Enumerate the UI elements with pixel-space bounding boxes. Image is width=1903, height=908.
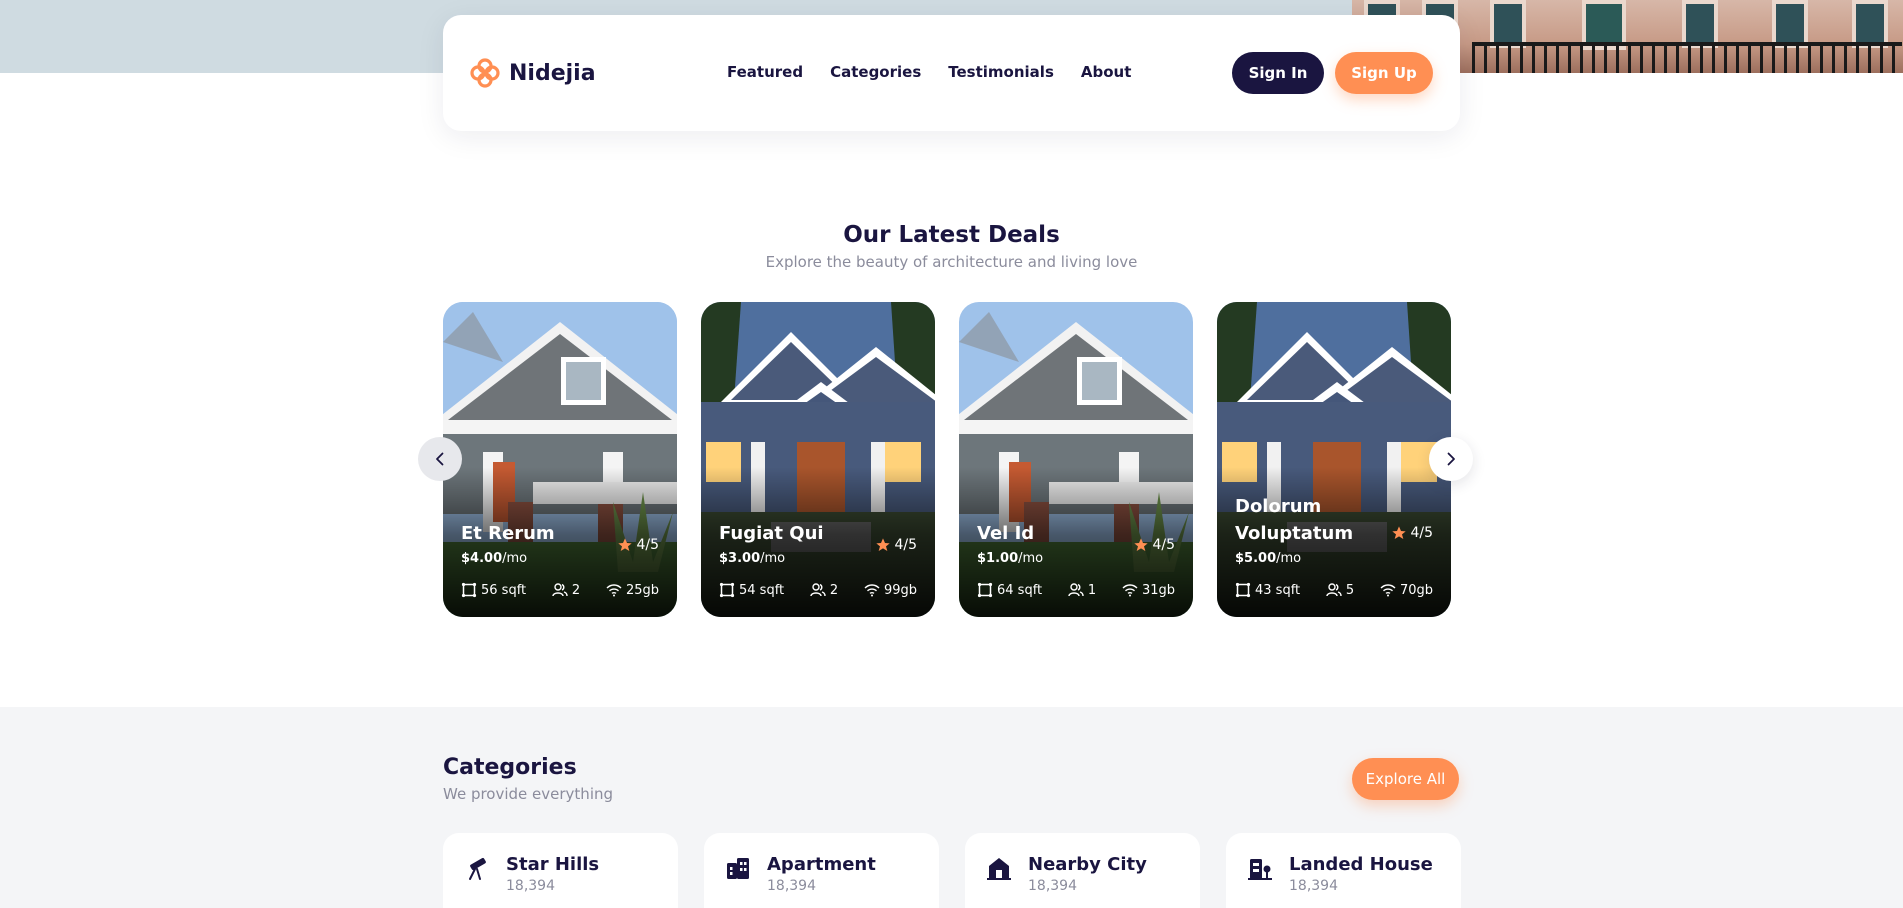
people-icon: [1326, 583, 1342, 597]
card-stats: 43 sqft 5 70gb: [1235, 582, 1433, 598]
nav-link-featured[interactable]: Featured: [727, 63, 803, 81]
card-price: $4.00/mo: [461, 551, 528, 566]
nav-links: Featured Categories Testimonials About: [727, 63, 1131, 81]
category-card-apartment[interactable]: Apartment 18,394: [704, 833, 939, 908]
card-name: Et Rerum: [461, 523, 555, 544]
people-icon: [810, 583, 826, 597]
card-stats: 56 sqft 2 25gb: [461, 582, 659, 598]
deal-card[interactable]: Vel Id $1.00/mo 4/5 64 sqft 1 31gb: [959, 302, 1193, 617]
categories-title: Categories: [443, 755, 577, 780]
carousel-prev-button[interactable]: [418, 437, 462, 481]
card-price: $1.00/mo: [977, 551, 1044, 566]
flower-logo-icon: [470, 58, 500, 88]
star-icon: [1392, 526, 1407, 539]
category-name: Nearby City: [1028, 854, 1147, 875]
category-count: 18,394: [506, 878, 555, 894]
card-stats: 54 sqft 2 99gb: [719, 582, 917, 598]
category-card-nearby-city[interactable]: Nearby City 18,394: [965, 833, 1200, 908]
nav-link-testimonials[interactable]: Testimonials: [948, 63, 1054, 81]
deal-card[interactable]: Fugiat Qui $3.00/mo 4/5 54 sqft 2 99gb: [701, 302, 935, 617]
area-icon: [461, 582, 477, 598]
star-icon: [618, 538, 633, 551]
deals-title: Our Latest Deals: [843, 222, 1060, 248]
navbar: Nidejia Featured Categories Testimonials…: [443, 15, 1460, 131]
card-name: Vel Id: [977, 523, 1035, 544]
sign-up-button[interactable]: Sign Up: [1335, 52, 1433, 94]
card-rating: 4/5: [1391, 525, 1433, 541]
carousel-next-button[interactable]: [1429, 437, 1473, 481]
explore-all-button[interactable]: Explore All: [1352, 758, 1459, 800]
people-icon: [552, 583, 568, 597]
card-name: Fugiat Qui: [719, 523, 824, 544]
category-name: Star Hills: [506, 854, 600, 875]
category-card-landed-house[interactable]: Landed House 18,394: [1226, 833, 1461, 908]
card-rating: 4/5: [1133, 537, 1175, 553]
chevron-left-icon: [436, 452, 444, 466]
area-icon: [1235, 582, 1251, 598]
nav-link-categories[interactable]: Categories: [830, 63, 921, 81]
nav-link-about[interactable]: About: [1081, 63, 1132, 81]
star-icon: [876, 538, 891, 551]
house-icon: [987, 858, 1011, 880]
card-price: $3.00/mo: [719, 551, 786, 566]
telescope-icon: [469, 857, 486, 880]
chevron-right-icon: [1447, 452, 1455, 466]
wifi-icon: [864, 584, 880, 597]
wifi-icon: [1380, 584, 1396, 597]
category-name: Landed House: [1289, 854, 1433, 875]
card-rating: 4/5: [617, 537, 659, 553]
deal-card[interactable]: Et Rerum $4.00/mo 4/5 56 sqft 2 25gb: [443, 302, 677, 617]
category-count: 18,394: [1028, 878, 1077, 894]
apartment-building-icon: [727, 858, 749, 879]
wifi-icon: [606, 584, 622, 597]
category-count: 18,394: [767, 878, 816, 894]
sign-in-button[interactable]: Sign In: [1232, 52, 1324, 94]
deal-card[interactable]: Dolorum Voluptatum $5.00/mo 4/5 43 sqft …: [1217, 302, 1451, 617]
categories-subtitle: We provide everything: [443, 785, 614, 803]
brand-name: Nidejia: [509, 60, 596, 86]
wifi-icon: [1122, 584, 1138, 597]
people-icon: [1068, 583, 1084, 597]
category-count: 18,394: [1289, 878, 1338, 894]
landed-house-icon: [1248, 859, 1272, 880]
area-icon: [719, 582, 735, 598]
card-rating: 4/5: [875, 537, 917, 553]
deals-subtitle: Explore the beauty of architecture and l…: [765, 253, 1138, 271]
area-icon: [977, 582, 993, 598]
card-name: Dolorum Voluptatum: [1235, 496, 1354, 544]
category-card-star-hills[interactable]: Star Hills 18,394: [443, 833, 678, 908]
star-icon: [1134, 538, 1149, 551]
categories-section: Categories We provide everything Explore…: [0, 707, 1903, 908]
brand[interactable]: Nidejia: [469, 57, 596, 89]
card-price: $5.00/mo: [1235, 551, 1302, 566]
category-name: Apartment: [767, 854, 876, 875]
card-stats: 64 sqft 1 31gb: [977, 582, 1175, 598]
